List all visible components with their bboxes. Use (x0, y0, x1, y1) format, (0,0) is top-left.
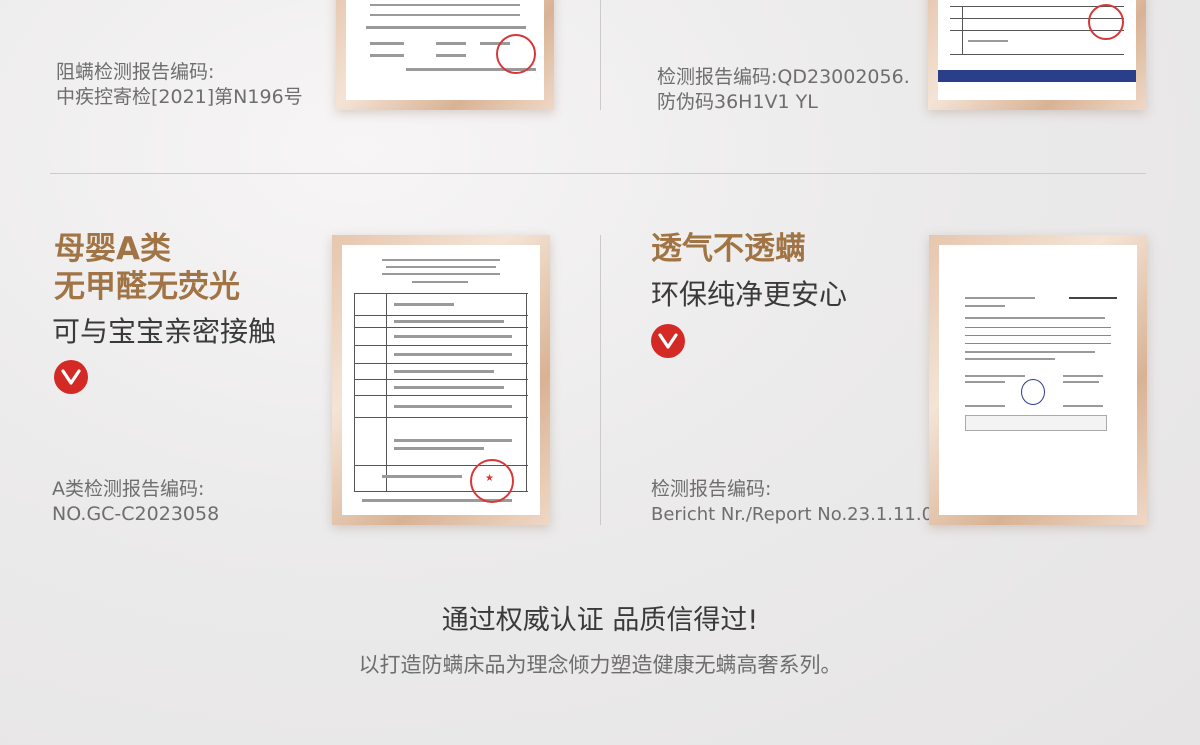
mid-right-caption-line1: 检测报告编码: (651, 478, 772, 500)
seal-star-icon: ★ (485, 473, 494, 484)
mid-left-headline-line2: 无甲醛无荧光 (54, 269, 240, 305)
mid-right-tagline: 环保纯净更安心 (651, 278, 848, 311)
mid-left-tagline: 可与宝宝亲密接触 (52, 315, 277, 348)
footer-subtitle: 以打造防螨床品为理念倾力塑造健康无螨高奢系列。 (358, 653, 842, 677)
mite-report-document (346, 0, 544, 100)
mid-divider-vertical (600, 235, 601, 525)
mite-report-certificate (336, 0, 554, 110)
mid-left-caption-line2: NO.GC-C2023058 (52, 503, 220, 525)
hohenstein-report-document (939, 245, 1137, 515)
top-right-caption-line1: 检测报告编码:QD23002056. (657, 66, 910, 88)
official-seal (496, 34, 536, 74)
certification-emblem (1021, 379, 1045, 405)
report-footer-box (965, 415, 1107, 431)
class-a-report-certificate: ★ (332, 235, 550, 525)
mid-left-caption-line1: A类检测报告编码: (52, 478, 205, 500)
top-right-caption-line2: 防伪码36H1V1 YL (657, 91, 818, 113)
quality-report-certificate (928, 0, 1146, 110)
top-left-caption-line2: 中疾控寄检[2021]第N196号 (56, 86, 303, 108)
check-v-icon (651, 324, 685, 358)
mid-right-caption-line2: Bericht Nr./Report No.23.1.11.0421 (651, 504, 968, 525)
top-left-caption-line1: 阻螨检测报告编码: (56, 61, 215, 83)
hohenstein-report-certificate (929, 235, 1147, 525)
quality-report-document (938, 0, 1136, 100)
class-a-report-document: ★ (342, 245, 540, 515)
section-divider (50, 173, 1146, 174)
report-footer-band (938, 70, 1136, 82)
mid-left-headline-line1: 母婴A类 (54, 231, 171, 267)
mid-right-headline: 透气不透螨 (651, 231, 806, 267)
official-seal (1088, 4, 1124, 40)
check-v-icon (54, 360, 88, 394)
top-divider-vertical (600, 0, 601, 110)
footer-title: 通过权威认证 品质信得过! (441, 605, 759, 636)
